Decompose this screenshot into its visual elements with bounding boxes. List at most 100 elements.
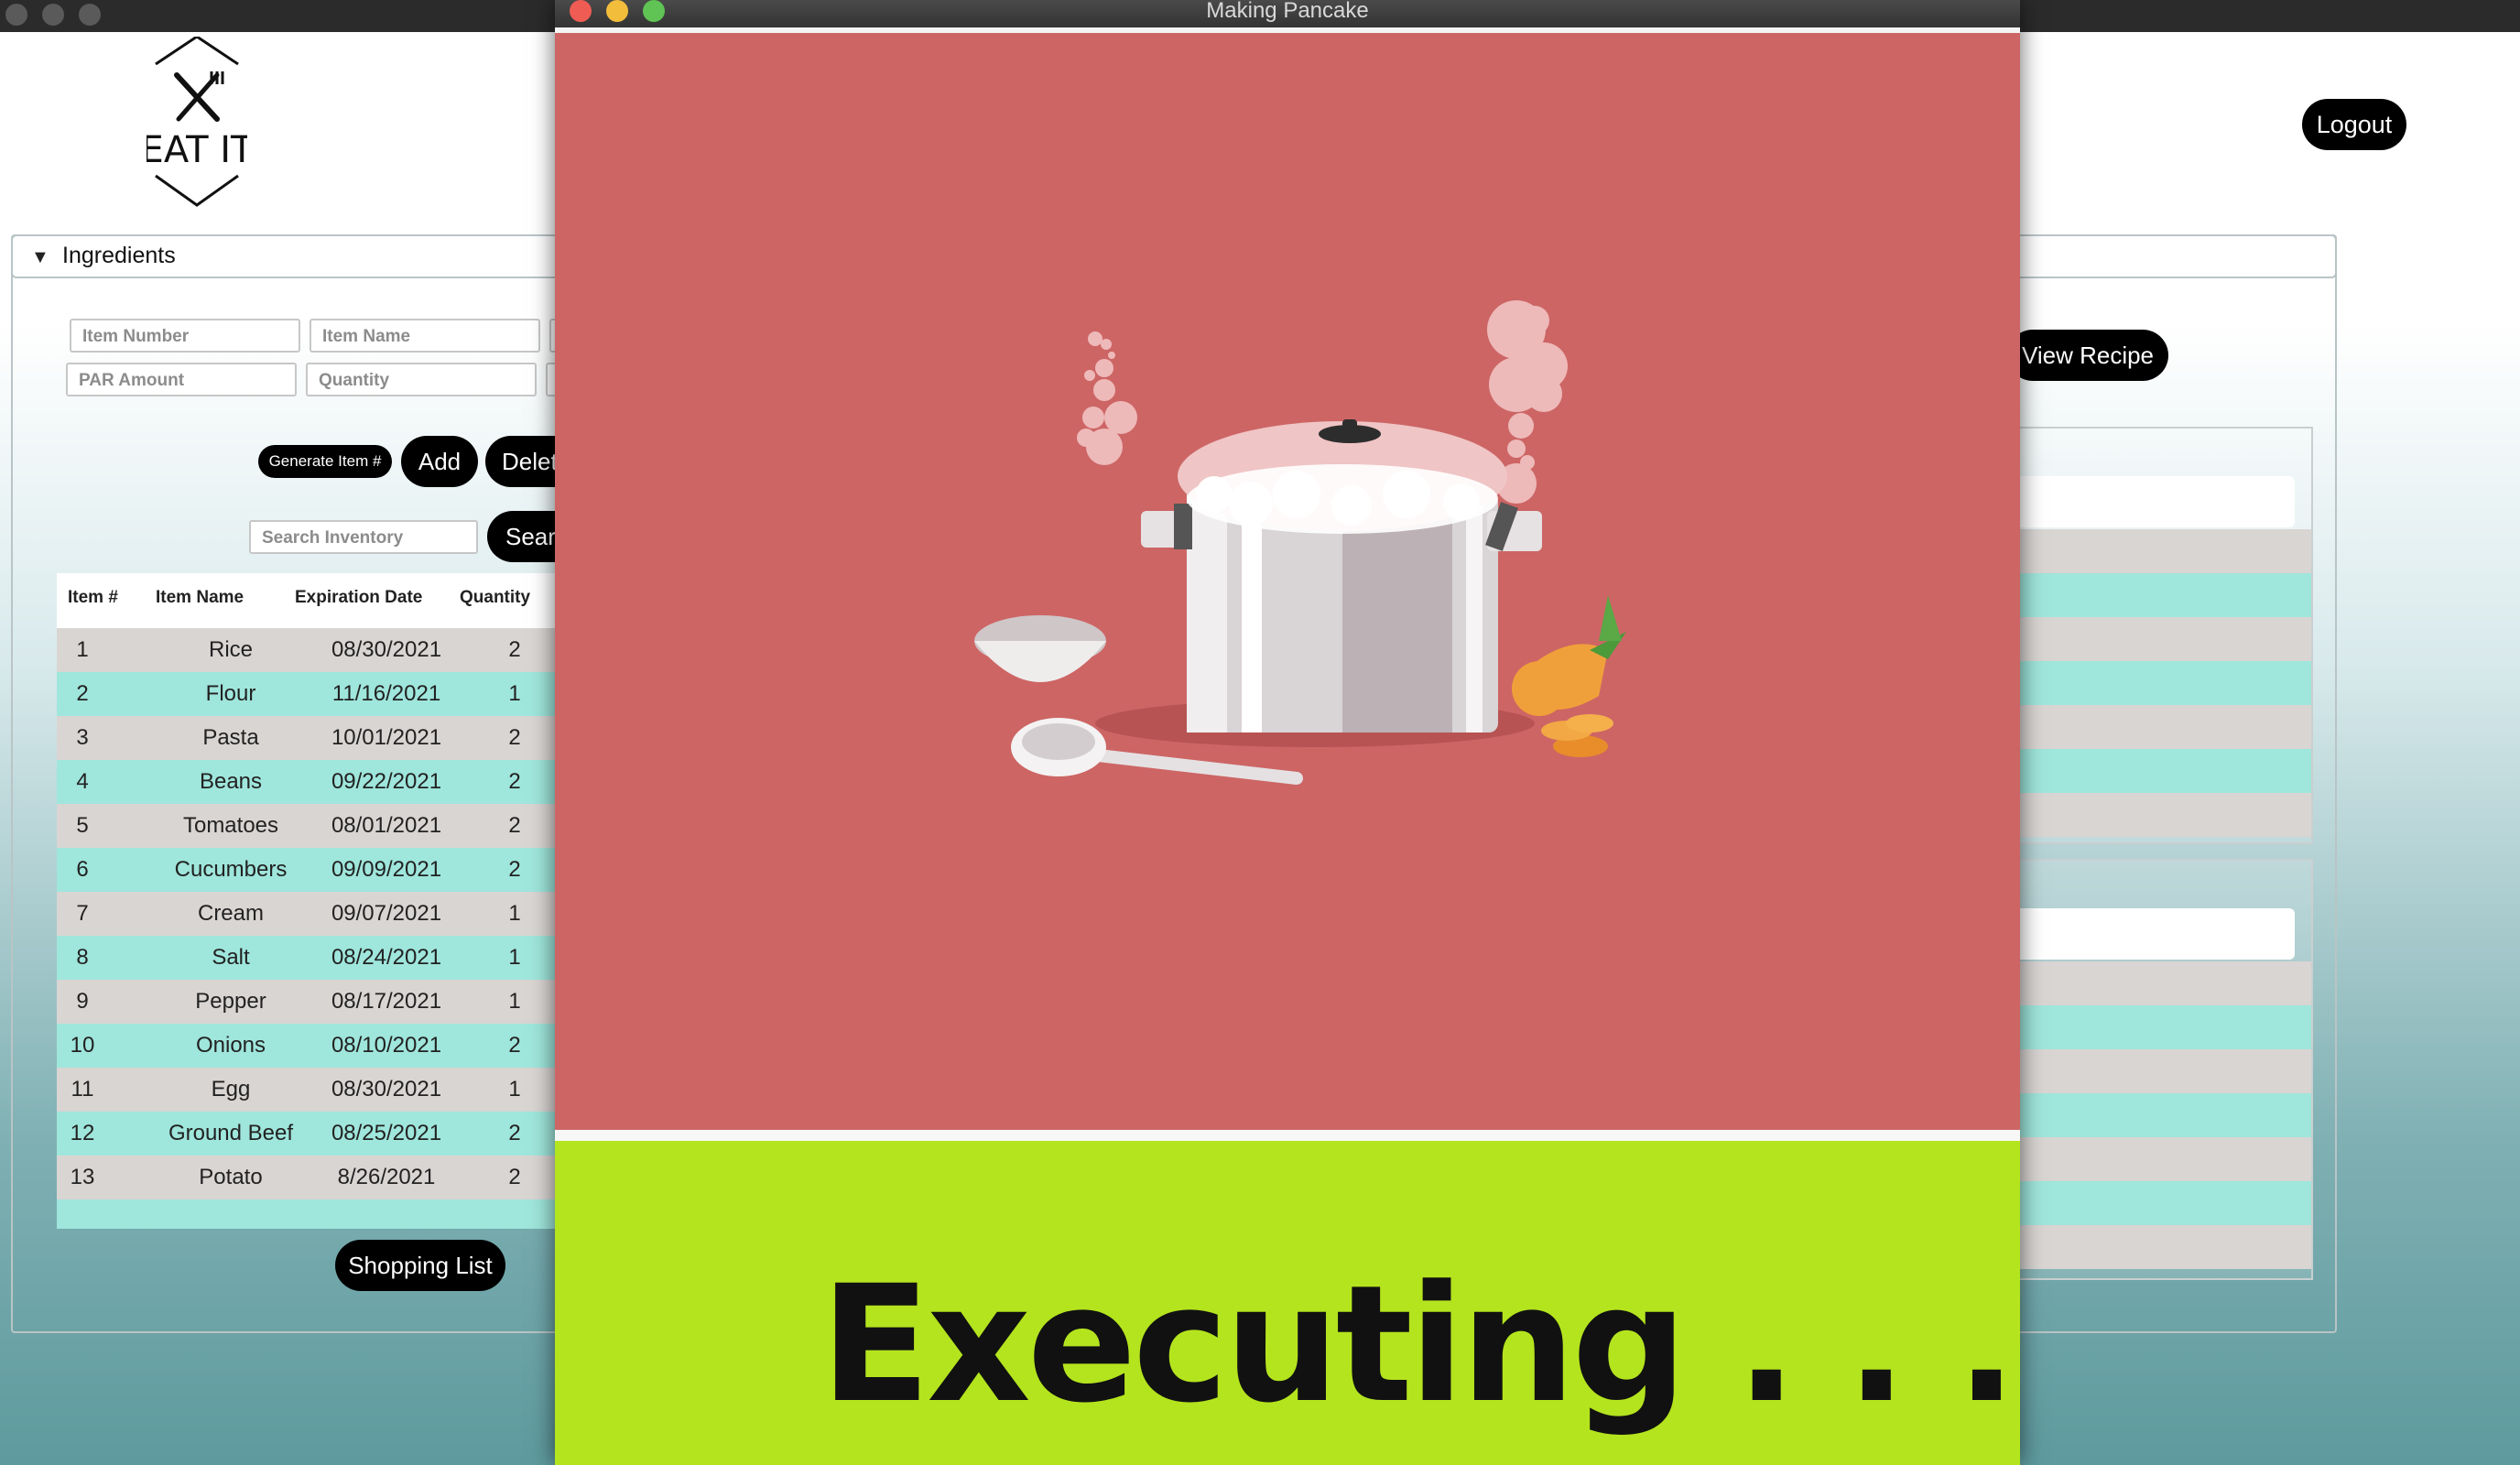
list-item[interactable] bbox=[2009, 529, 2311, 573]
table-cell-qty: 1 bbox=[508, 901, 521, 926]
list-item[interactable] bbox=[2009, 705, 2311, 749]
collapse-triangle-icon[interactable]: ▼ bbox=[31, 247, 49, 268]
logout-button[interactable]: Logout bbox=[2302, 99, 2406, 150]
executing-status-text: Executing . . . bbox=[820, 1251, 2017, 1438]
table-row[interactable]: 4 Beans 09/22/2021 2 bbox=[57, 760, 570, 804]
list-item[interactable] bbox=[2009, 1005, 2311, 1049]
cooking-pot-illustration bbox=[967, 266, 1626, 815]
inventory-table: Item # Item Name Expiration Date Quantit… bbox=[57, 573, 570, 1229]
view-recipe-button[interactable]: View Recipe bbox=[2007, 330, 2168, 381]
column-header-item-number[interactable]: Item # bbox=[68, 588, 118, 608]
list-item[interactable] bbox=[2009, 749, 2311, 793]
recipe-list-panel bbox=[2007, 427, 2313, 844]
table-cell-qty: 2 bbox=[508, 1121, 521, 1145]
list-item[interactable] bbox=[2009, 573, 2311, 617]
recipe-list-header bbox=[2009, 476, 2295, 527]
table-row[interactable]: 7 Cream 09/07/2021 1 bbox=[57, 892, 570, 936]
list-item[interactable] bbox=[2009, 1137, 2311, 1181]
par-amount-field[interactable]: PAR Amount bbox=[66, 363, 297, 396]
dialog-title-bar: Making Pancake bbox=[555, 0, 2020, 27]
column-header-expiration-date[interactable]: Expiration Date bbox=[295, 588, 422, 608]
minimize-window-button[interactable] bbox=[42, 4, 64, 26]
table-cell-qty: 2 bbox=[508, 1033, 521, 1058]
maximize-window-button[interactable] bbox=[79, 4, 101, 26]
table-cell-num: 10 bbox=[70, 1033, 95, 1058]
fork-knife-icon bbox=[174, 71, 224, 122]
table-cell-qty: 1 bbox=[508, 989, 521, 1014]
table-cell-qty: 2 bbox=[508, 725, 521, 750]
table-cell-date: 08/01/2021 bbox=[331, 813, 442, 838]
table-cell-date: 08/17/2021 bbox=[331, 989, 442, 1014]
list-item[interactable] bbox=[2009, 1093, 2311, 1137]
table-cell-date: 09/07/2021 bbox=[331, 901, 442, 926]
table-row[interactable]: 10 Onions 08/10/2021 2 bbox=[57, 1024, 570, 1068]
table-header-row: Item # Item Name Expiration Date Quantit… bbox=[57, 573, 570, 628]
table-row[interactable]: 13 Potato 8/26/2021 2 bbox=[57, 1156, 570, 1199]
table-cell-date: 11/16/2021 bbox=[331, 681, 441, 706]
list-item[interactable] bbox=[2009, 793, 2311, 837]
status-divider bbox=[555, 1130, 2020, 1141]
table-row[interactable]: 3 Pasta 10/01/2021 2 bbox=[57, 716, 570, 760]
dialog-title: Making Pancake bbox=[1206, 0, 1369, 23]
table-cell-qty: 2 bbox=[508, 637, 521, 662]
eat-it-logo: EAT IT bbox=[141, 35, 254, 211]
table-cell-qty: 2 bbox=[508, 813, 521, 838]
list-item[interactable] bbox=[2009, 617, 2311, 661]
table-cell-date: 10/01/2021 bbox=[331, 725, 442, 750]
table-cell-num: 8 bbox=[76, 945, 89, 970]
table-cell-num: 3 bbox=[76, 725, 89, 750]
add-button[interactable]: Add bbox=[401, 436, 478, 487]
table-cell-date: 08/24/2021 bbox=[331, 945, 442, 970]
table-row[interactable]: 2 Flour 11/16/2021 1 bbox=[57, 672, 570, 716]
table-cell-num: 2 bbox=[76, 681, 89, 706]
recipe-detail-header bbox=[2009, 908, 2295, 960]
table-row[interactable]: 5 Tomatoes 08/01/2021 2 bbox=[57, 804, 570, 848]
search-inventory-field[interactable]: Search Inventory bbox=[249, 520, 478, 554]
table-cell-num: 6 bbox=[76, 857, 89, 882]
table-row[interactable]: 11 Egg 08/30/2021 1 bbox=[57, 1068, 570, 1112]
table-cell-date: 08/30/2021 bbox=[331, 1077, 442, 1101]
column-header-item-name[interactable]: Item Name bbox=[156, 588, 244, 608]
list-item[interactable] bbox=[2009, 661, 2311, 705]
generate-item-number-button[interactable]: Generate Item # bbox=[258, 445, 392, 478]
table-row[interactable]: 9 Pepper 08/17/2021 1 bbox=[57, 980, 570, 1024]
table-cell-qty: 1 bbox=[508, 681, 521, 706]
shopping-list-button[interactable]: Shopping List bbox=[335, 1240, 505, 1291]
table-cell-num: 7 bbox=[76, 901, 89, 926]
title-divider bbox=[555, 27, 2020, 33]
table-row[interactable]: 12 Ground Beef 08/25/2021 2 bbox=[57, 1112, 570, 1156]
table-cell-qty: 2 bbox=[508, 769, 521, 794]
table-cell-num: 12 bbox=[70, 1121, 95, 1145]
list-item[interactable] bbox=[2009, 1225, 2311, 1269]
table-cell-date: 08/10/2021 bbox=[331, 1033, 442, 1058]
table-cell-num: 9 bbox=[76, 989, 89, 1014]
item-number-field[interactable]: Item Number bbox=[70, 319, 300, 353]
table-cell-qty: 2 bbox=[508, 1165, 521, 1189]
table-cell-date: 08/25/2021 bbox=[331, 1121, 442, 1145]
logo-text: EAT IT bbox=[147, 129, 247, 171]
logo-graphic: EAT IT bbox=[141, 35, 254, 207]
table-cell-qty: 1 bbox=[508, 1077, 521, 1101]
table-row[interactable]: 8 Salt 08/24/2021 1 bbox=[57, 936, 570, 980]
ingredients-section-title: Ingredients bbox=[62, 243, 176, 268]
status-panel: Executing . . . bbox=[555, 1141, 2020, 1465]
item-name-field[interactable]: Item Name bbox=[310, 319, 540, 353]
list-item[interactable] bbox=[2009, 1181, 2311, 1225]
column-header-quantity[interactable]: Quantity bbox=[460, 588, 530, 608]
recipe-detail-panel bbox=[2007, 859, 2313, 1280]
table-cell-date: 08/30/2021 bbox=[331, 637, 442, 662]
table-cell-num: 5 bbox=[76, 813, 89, 838]
list-item[interactable] bbox=[2009, 961, 2311, 1005]
close-window-button[interactable] bbox=[5, 4, 27, 26]
table-cell-qty: 2 bbox=[508, 857, 521, 882]
table-row[interactable]: 1 Rice 08/30/2021 2 bbox=[57, 628, 570, 672]
table-row-empty bbox=[57, 1199, 570, 1229]
carrot-icon bbox=[1512, 595, 1626, 757]
table-row[interactable]: 6 Cucumbers 09/09/2021 2 bbox=[57, 848, 570, 892]
table-cell-qty: 1 bbox=[508, 945, 521, 970]
table-cell-date: 09/22/2021 bbox=[331, 769, 442, 794]
list-item[interactable] bbox=[2009, 1049, 2311, 1093]
table-cell-num: 11 bbox=[71, 1077, 94, 1101]
making-pancake-window: Making Pancake Executing . . . bbox=[555, 0, 2020, 1465]
quantity-field[interactable]: Quantity bbox=[306, 363, 537, 396]
